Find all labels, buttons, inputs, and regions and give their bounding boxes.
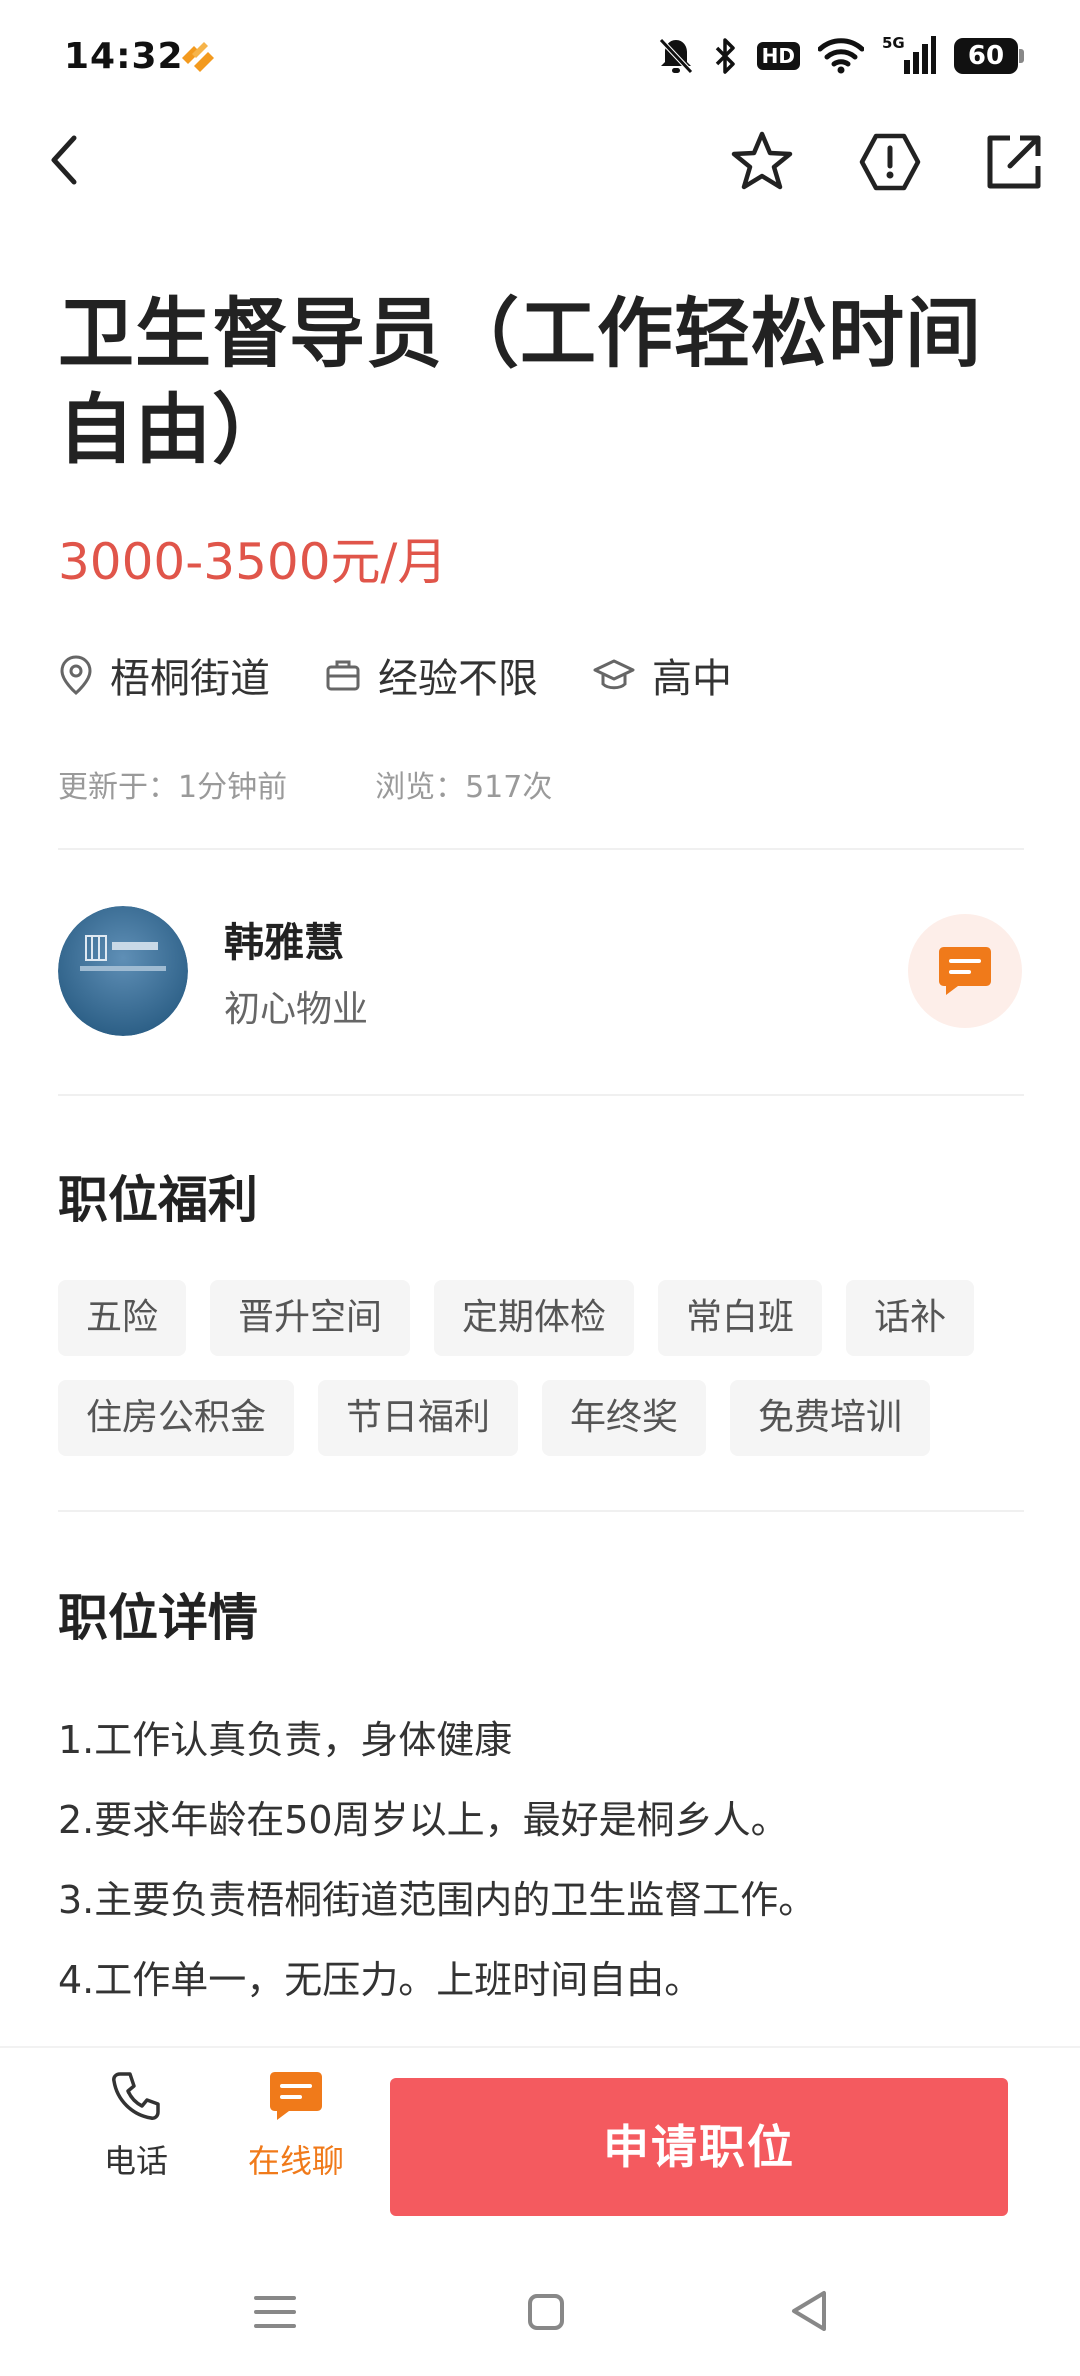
- online-chat-button[interactable]: 在线聊: [236, 2068, 356, 2182]
- chat-bubble-icon: [939, 947, 991, 995]
- benefit-tag: 定期体检: [434, 1280, 635, 1356]
- attr-education: 高中: [592, 646, 732, 704]
- benefit-tag: 年终奖: [542, 1380, 707, 1456]
- benefit-tag: 晋升空间: [210, 1280, 411, 1356]
- recent-apps-icon[interactable]: [252, 2292, 298, 2332]
- description-line: 2.要求年龄在50周岁以上，最好是桐乡人。: [58, 1798, 789, 1842]
- poster-company: 初心物业: [224, 989, 369, 1030]
- online-chat-label: 在线聊: [247, 2142, 344, 2180]
- benefit-tag: 常白班: [658, 1280, 823, 1356]
- benefit-tags: 五险 晋升空间 定期体检 常白班 话补 住房公积金 节日福利 年终奖 免费培训: [58, 1280, 1024, 1456]
- back-icon[interactable]: [40, 124, 88, 196]
- status-time: 14:32: [64, 36, 184, 77]
- salary: 3000-3500元/月: [58, 533, 448, 591]
- bluetooth-icon: [715, 38, 735, 74]
- divider: [58, 1094, 1024, 1096]
- phone-icon: [112, 2072, 160, 2120]
- system-navigation-bar: [0, 2232, 1080, 2376]
- system-back-icon[interactable]: [788, 2288, 830, 2334]
- description-line: 4.工作单一，无压力。上班时间自由。: [58, 1958, 703, 2002]
- graduation-cap-icon: [593, 659, 635, 690]
- job-description: 1.工作认真负责，身体健康 2.要求年龄在50周岁以上，最好是桐乡人。 3.主要…: [58, 1700, 1024, 2020]
- hd-icon: HD: [756, 42, 800, 70]
- attr-experience: 经验不限: [324, 646, 538, 704]
- attr-location: 梧桐街道: [58, 646, 270, 704]
- divider: [58, 848, 1024, 850]
- benefits-title: 职位福利: [58, 1171, 258, 1229]
- job-title: 卫生督导员（工作轻松时间自由）: [58, 289, 982, 474]
- share-icon[interactable]: [982, 130, 1046, 194]
- app-notification-icon: [182, 42, 214, 72]
- signal-icon: 5G: [882, 34, 936, 76]
- apply-button[interactable]: 申请职位: [390, 2078, 1008, 2216]
- benefit-tag: 话补: [846, 1280, 975, 1356]
- wifi-icon: [818, 38, 864, 74]
- briefcase-icon: [326, 660, 360, 691]
- report-icon[interactable]: [856, 128, 924, 196]
- benefit-tag: 节日福利: [318, 1380, 519, 1456]
- job-meta: 更新于：1分钟前 浏览：517次: [58, 762, 640, 806]
- benefit-tag: 免费培训: [730, 1380, 931, 1456]
- chat-bubble-icon: [270, 2072, 322, 2120]
- view-count: 浏览：517次: [375, 770, 553, 805]
- description-line: 1.工作认真负责，身体健康: [58, 1718, 513, 1762]
- status-bar: 14:32 HD 5G 60: [0, 0, 1080, 110]
- job-attributes: 梧桐街道 经验不限 高中: [58, 640, 786, 710]
- phone-button[interactable]: 电话: [76, 2068, 196, 2182]
- home-icon[interactable]: [526, 2292, 566, 2332]
- location-text: 梧桐街道: [110, 656, 270, 702]
- location-pin-icon: [60, 655, 92, 695]
- description-line: 3.主要负责梧桐街道范围内的卫生监督工作。: [58, 1878, 817, 1922]
- avatar[interactable]: [58, 906, 188, 1036]
- status-icons: HD 5G 60: [657, 34, 1024, 78]
- divider: [58, 1510, 1024, 1512]
- job-detail-page: 14:32 HD 5G 60 卫生督导员（工作轻松时间自由） 3000-3500…: [0, 0, 1080, 2376]
- mute-bell-icon: [658, 38, 693, 74]
- benefit-tag: 五险: [58, 1280, 187, 1356]
- updated-time: 更新于：1分钟前: [58, 770, 288, 805]
- details-title: 职位详情: [58, 1589, 258, 1647]
- experience-text: 经验不限: [378, 656, 538, 702]
- battery-icon: 60: [954, 38, 1024, 74]
- bottom-action-bar: 电话 在线聊 申请职位: [0, 2046, 1080, 2232]
- poster-name: 韩雅慧: [224, 920, 344, 966]
- star-icon[interactable]: [728, 128, 796, 196]
- education-text: 高中: [652, 656, 732, 702]
- poster-chat-button[interactable]: [908, 914, 1022, 1028]
- benefit-tag: 住房公积金: [58, 1380, 295, 1456]
- phone-label: 电话: [103, 2142, 168, 2180]
